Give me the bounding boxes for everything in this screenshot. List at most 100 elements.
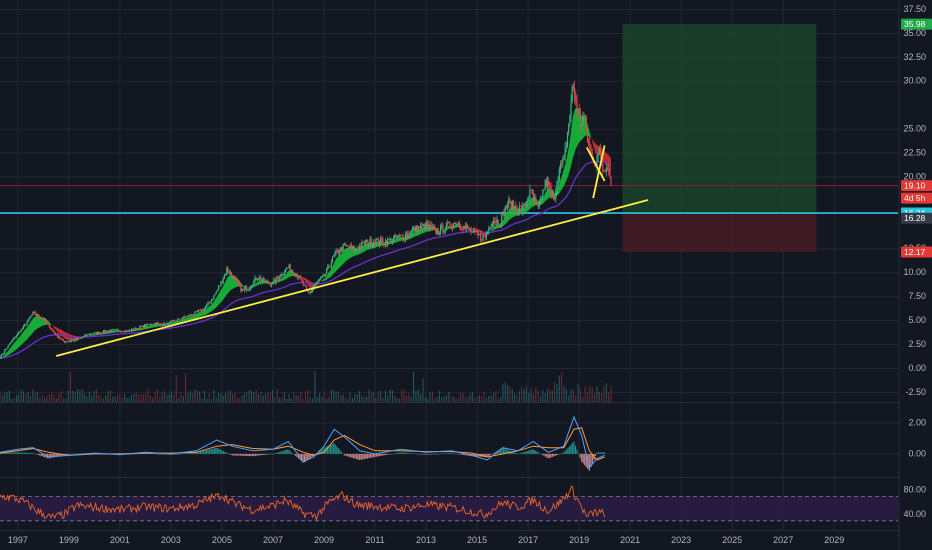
macd-histogram-bar: [152, 453, 154, 455]
candle-body: [391, 240, 394, 243]
candle-body: [542, 190, 544, 200]
macd-histogram-bar: [274, 453, 277, 454]
candle-body: [21, 328, 23, 330]
macd-histogram-bar: [409, 453, 411, 454]
candle-body: [382, 240, 384, 245]
candle-body: [203, 308, 206, 311]
candle-body: [606, 168, 609, 169]
macd-histogram-bar: [412, 453, 414, 454]
macd-histogram-bar: [219, 449, 222, 454]
volume-bar: [309, 397, 311, 402]
volume-bar: [279, 397, 281, 402]
candle-body: [502, 211, 504, 215]
macd-histogram-bar: [331, 444, 333, 454]
macd-histogram-bar: [415, 453, 417, 455]
volume-bar: [98, 394, 100, 402]
candle-body: [232, 275, 234, 279]
volume-bar: [175, 375, 177, 402]
candle-body: [89, 333, 92, 335]
candle-body: [18, 332, 20, 334]
macd-histogram-bar: [189, 452, 191, 454]
macd-histogram-bar: [394, 453, 396, 454]
candle-body: [608, 168, 610, 170]
macd-histogram-bar: [8, 452, 10, 454]
macd-histogram-bar: [71, 453, 73, 455]
macd-histogram-bar: [290, 451, 292, 454]
candle-body: [154, 323, 156, 325]
candle-body: [543, 190, 545, 191]
macd-histogram-bar: [75, 453, 78, 455]
volume-bar: [178, 398, 180, 402]
candle-body: [586, 129, 589, 142]
candle-body: [175, 321, 177, 323]
candle-body: [293, 272, 295, 276]
volume-bar: [32, 389, 34, 402]
macd-histogram-bar: [20, 452, 23, 454]
candle-body: [609, 169, 611, 177]
volume-bar: [239, 397, 241, 402]
volume-bar: [295, 395, 297, 402]
macd-histogram-bar: [518, 453, 520, 455]
candle-body: [147, 324, 149, 325]
candle-body: [327, 265, 329, 269]
volume-bar: [492, 393, 494, 402]
volume-bar: [337, 391, 339, 402]
volume-bar: [62, 398, 64, 402]
macd-histogram-bar: [556, 453, 558, 456]
candle-body: [281, 273, 283, 276]
candle-body: [488, 228, 490, 232]
candle-body: [415, 225, 417, 232]
candle-body: [141, 325, 143, 327]
candle-body: [431, 226, 433, 228]
candle-body: [490, 226, 492, 229]
candle-body: [243, 288, 245, 290]
candle-body: [80, 337, 82, 339]
volume-bar: [340, 395, 342, 402]
volume-bar: [201, 398, 203, 402]
candle-body: [401, 235, 403, 236]
candle-body: [209, 302, 211, 304]
volume-bar: [293, 393, 295, 402]
macd-histogram-bar: [574, 445, 577, 454]
volume-bar: [210, 398, 212, 402]
candle-body: [282, 274, 284, 276]
volume-bar: [603, 386, 605, 402]
candle-body: [262, 278, 264, 281]
candle-body: [469, 229, 471, 230]
candle-body: [179, 318, 181, 320]
candle-body: [330, 262, 332, 267]
volume-bar: [185, 372, 187, 402]
volume-bar: [168, 394, 170, 402]
candle-body: [409, 234, 411, 236]
candle-body: [96, 332, 99, 334]
candle-body: [479, 233, 482, 240]
candle-body: [86, 334, 88, 336]
position-zones: [622, 24, 817, 253]
macd-histogram-bar: [555, 453, 557, 456]
macd-histogram-bar: [49, 453, 52, 459]
chart[interactable]: 37.5035.0032.5030.0025.0022.5020.0012.50…: [0, 0, 932, 550]
macd-histogram-bar: [423, 453, 425, 455]
candle-body: [202, 309, 204, 311]
candle-body: [221, 281, 223, 283]
candle-body: [180, 319, 182, 321]
volume-bar: [497, 398, 499, 402]
volume-bar: [124, 394, 126, 402]
candle-body: [200, 309, 202, 312]
candle-body: [208, 302, 210, 304]
macd-histogram-bar: [202, 450, 205, 454]
candle-body: [118, 329, 120, 332]
volume-bar: [105, 395, 107, 402]
volume-bar: [290, 398, 292, 402]
macd-histogram-bar: [449, 453, 451, 454]
candle-body: [216, 289, 218, 292]
candle-body: [374, 242, 376, 245]
price-axis[interactable]: 37.5035.0032.5030.0025.0022.5020.0012.50…: [900, 0, 932, 550]
candle-body: [197, 310, 200, 312]
macd-histogram-bar: [23, 452, 26, 454]
macd-histogram-bar: [233, 453, 235, 456]
macd-histogram-bar: [273, 453, 275, 455]
candle-body: [435, 227, 437, 234]
volume-bar: [163, 390, 165, 402]
candle-body: [410, 230, 412, 235]
